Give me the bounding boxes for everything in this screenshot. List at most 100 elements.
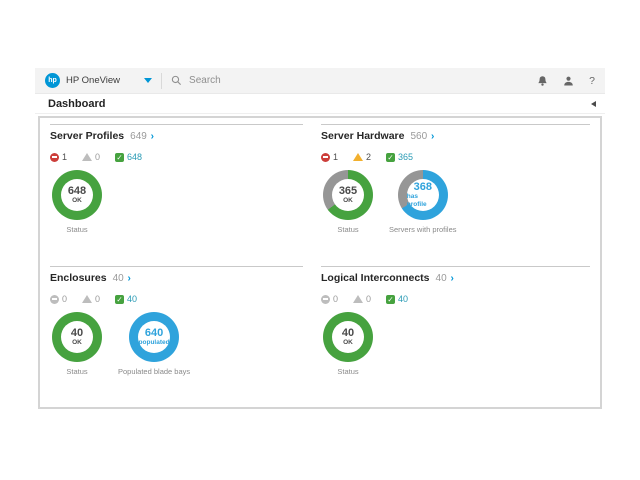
dashboard-content: Server Profiles649 ›10648648OKStatusServ… bbox=[38, 116, 602, 409]
donut-status: 365OK Status bbox=[323, 170, 373, 234]
error-icon bbox=[321, 153, 330, 162]
help-icon[interactable]: ? bbox=[589, 75, 595, 87]
panel-donuts: 365OK Status 368has profile Servers with pr… bbox=[321, 170, 590, 234]
ok-icon bbox=[386, 295, 395, 304]
panel-count-link[interactable]: 649 › bbox=[130, 131, 154, 142]
more-arrow-icon: › bbox=[431, 131, 434, 142]
status-count-value: 40 bbox=[127, 294, 137, 304]
error-status-count[interactable]: 1 bbox=[50, 152, 67, 162]
ok-status-count[interactable]: 40 bbox=[386, 294, 408, 304]
donut-chart[interactable]: 368has profile bbox=[398, 170, 448, 220]
brand-label: HP OneView bbox=[66, 75, 120, 86]
topbar-divider bbox=[161, 73, 162, 89]
warning-status-count[interactable]: 0 bbox=[353, 294, 371, 304]
donut-chart[interactable]: 365OK bbox=[323, 170, 373, 220]
ok-icon bbox=[115, 153, 124, 162]
error-status-count[interactable]: 0 bbox=[321, 294, 338, 304]
donut-value: 40 bbox=[342, 328, 354, 339]
status-count-value: 0 bbox=[333, 294, 338, 304]
donut-center: 648OK bbox=[61, 179, 93, 211]
status-count-value: 40 bbox=[398, 294, 408, 304]
status-count-value: 2 bbox=[366, 152, 371, 162]
top-navigation-bar: hp HP OneView ? bbox=[35, 68, 605, 94]
search-bar[interactable] bbox=[171, 74, 525, 87]
status-count-value: 365 bbox=[398, 152, 413, 162]
search-icon bbox=[171, 75, 182, 86]
page-header: Dashboard bbox=[35, 94, 605, 114]
error-icon bbox=[321, 295, 330, 304]
donut-center: 368has profile bbox=[407, 179, 439, 211]
ok-status-count[interactable]: 365 bbox=[386, 152, 413, 162]
ok-status-count[interactable]: 40 bbox=[115, 294, 137, 304]
donut-value: 40 bbox=[71, 328, 83, 339]
panel-status-counts: 1 0 648 bbox=[50, 152, 303, 162]
donut-populated-blade-bays: 640populated Populated blade bays bbox=[118, 312, 190, 376]
donut-caption: Status bbox=[337, 225, 358, 234]
collapse-panel-icon[interactable] bbox=[591, 101, 596, 107]
search-input[interactable] bbox=[187, 74, 525, 87]
error-status-count[interactable]: 0 bbox=[50, 294, 67, 304]
donut-status: 648OK Status bbox=[52, 170, 102, 234]
panel-logical-interconnects: Logical Interconnects40 ›004040OKStatus bbox=[321, 266, 590, 407]
error-icon bbox=[50, 295, 59, 304]
app-window: hp HP OneView ? Dashboard Server Pr bbox=[35, 68, 605, 415]
warning-status-count[interactable]: 2 bbox=[353, 152, 371, 162]
donut-caption: Populated blade bays bbox=[118, 367, 190, 376]
panel-count-link[interactable]: 560 › bbox=[410, 131, 434, 142]
donut-center: 40OK bbox=[332, 321, 364, 353]
panel-donuts: 40OKStatus 640populated Populated blade ba… bbox=[50, 312, 303, 376]
donut-center: 640populated bbox=[138, 321, 170, 353]
donut-value: 365 bbox=[339, 186, 357, 197]
more-arrow-icon: › bbox=[450, 273, 453, 284]
donut-center: 365OK bbox=[332, 179, 364, 211]
chevron-down-icon[interactable] bbox=[144, 78, 152, 83]
bell-icon[interactable] bbox=[537, 75, 548, 87]
warning-status-count[interactable]: 0 bbox=[82, 294, 100, 304]
donut-value: 648 bbox=[68, 186, 86, 197]
warning-icon bbox=[353, 295, 363, 303]
donut-caption: Status bbox=[66, 225, 87, 234]
donut-sub-label: OK bbox=[343, 339, 353, 347]
donut-center: 40OK bbox=[61, 321, 93, 353]
hp-logo-icon: hp bbox=[45, 73, 60, 88]
panel-enclosures: Enclosures40 ›004040OKStatus640populated… bbox=[50, 266, 303, 407]
warning-icon bbox=[82, 153, 92, 161]
panel-title: Server Hardware bbox=[321, 130, 404, 142]
panel-title: Server Profiles bbox=[50, 130, 124, 142]
donut-chart[interactable]: 40OK bbox=[323, 312, 373, 362]
error-status-count[interactable]: 1 bbox=[321, 152, 338, 162]
donut-chart[interactable]: 648OK bbox=[52, 170, 102, 220]
donut-caption: Servers with profiles bbox=[389, 225, 457, 234]
status-count-value: 1 bbox=[333, 152, 338, 162]
panel-count-link[interactable]: 40 › bbox=[113, 273, 131, 284]
status-count-value: 1 bbox=[62, 152, 67, 162]
donut-status: 40OKStatus bbox=[52, 312, 102, 376]
donut-value: 640 bbox=[145, 328, 163, 339]
donut-sub-label: OK bbox=[72, 197, 82, 205]
ok-status-count[interactable]: 648 bbox=[115, 152, 142, 162]
error-icon bbox=[50, 153, 59, 162]
donut-sub-label: OK bbox=[343, 197, 353, 205]
panel-donuts: 40OKStatus bbox=[321, 312, 590, 376]
panel-status-counts: 0 0 40 bbox=[50, 294, 303, 304]
panel-header: Enclosures 40 › bbox=[50, 272, 303, 284]
donut-value: 368 bbox=[414, 182, 432, 193]
status-count-value: 648 bbox=[127, 152, 142, 162]
warning-status-count[interactable]: 0 bbox=[82, 152, 100, 162]
donut-chart[interactable]: 40OK bbox=[52, 312, 102, 362]
status-count-value: 0 bbox=[95, 152, 100, 162]
panel-title: Enclosures bbox=[50, 272, 107, 284]
panel-status-counts: 0 0 40 bbox=[321, 294, 590, 304]
user-icon[interactable] bbox=[563, 75, 574, 87]
donut-chart[interactable]: 640populated bbox=[129, 312, 179, 362]
warning-icon bbox=[82, 295, 92, 303]
panel-server-hardware: Server Hardware560 ›12365365OKStatus368h… bbox=[321, 124, 590, 266]
page-title: Dashboard bbox=[48, 98, 105, 110]
panel-count-link[interactable]: 40 › bbox=[436, 273, 454, 284]
donut-sub-label: has profile bbox=[407, 193, 439, 209]
donut-sub-label: OK bbox=[72, 339, 82, 347]
panel-title: Logical Interconnects bbox=[321, 272, 430, 284]
panel-header: Server Profiles 649 › bbox=[50, 130, 303, 142]
ok-icon bbox=[115, 295, 124, 304]
panel-header: Server Hardware 560 › bbox=[321, 130, 590, 142]
